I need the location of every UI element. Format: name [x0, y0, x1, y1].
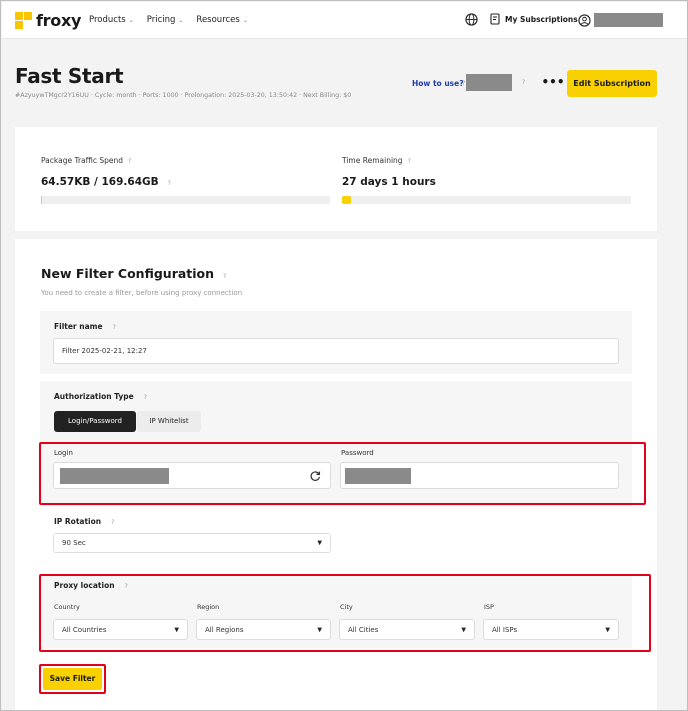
ip-rotation-value: 90 Sec: [62, 539, 86, 547]
help-icon[interactable]: ?: [113, 324, 116, 331]
help-icon[interactable]: ?: [408, 158, 411, 165]
nav-label: Products: [89, 15, 126, 25]
auth-type-label-text: Authorization Type: [54, 392, 134, 401]
filter-name-label-text: Filter name: [54, 322, 103, 331]
save-filter-button[interactable]: Save Filter: [43, 668, 102, 690]
traffic-spend-value: 64.57KB / 169.64GB?: [41, 176, 171, 188]
top-navbar: froxy Products ⌄ Pricing ⌄ Resources ⌄ My S…: [2, 2, 687, 39]
my-subscriptions-label: My Subscriptions: [505, 14, 578, 24]
nav-pricing[interactable]: Pricing ⌄: [147, 15, 184, 25]
ip-rotation-label: IP Rotation?: [54, 517, 114, 526]
tab-login-password[interactable]: Login/Password: [54, 411, 136, 432]
more-options-button[interactable]: •••: [540, 71, 566, 97]
logo-text: froxy: [36, 11, 82, 30]
traffic-spend-label: Package Traffic Spend?: [41, 156, 131, 165]
help-icon[interactable]: ?: [168, 180, 171, 187]
help-icon[interactable]: ?: [128, 158, 131, 165]
nav-label: Pricing: [146, 15, 176, 25]
filter-config-title: New Filter Configuration?: [41, 266, 226, 281]
subscription-meta: #AzyuywTMgcr2Y16UU · Cycle: month · Port…: [15, 92, 352, 99]
chevron-down-icon: ⌄: [242, 17, 248, 24]
auth-type-label: Authorization Type?: [54, 392, 147, 401]
froxy-logo-icon: [15, 12, 32, 29]
login-password-highlight: [39, 442, 646, 505]
dropdown-caret-icon: ▼: [317, 539, 322, 547]
nav-products[interactable]: Products ⌄: [89, 15, 134, 25]
help-icon[interactable]: ?: [111, 519, 114, 526]
page-frame: froxy Products ⌄ Pricing ⌄ Resources ⌄ My S…: [0, 0, 688, 711]
time-progress-bar: [342, 196, 631, 204]
traffic-spend-number: 64.57KB / 169.64GB: [41, 176, 159, 188]
filter-config-subtitle: You need to create a filter, before usin…: [41, 289, 243, 297]
proxy-location-highlight: [39, 574, 651, 652]
subscriptions-icon: [490, 13, 500, 25]
ip-rotation-select[interactable]: 90 Sec ▼: [53, 533, 331, 553]
nav-label: Resources: [196, 15, 240, 25]
usage-stats-card: Package Traffic Spend? 64.57KB / 169.64G…: [15, 127, 657, 231]
help-icon[interactable]: ?: [223, 273, 226, 280]
user-menu[interactable]: [578, 13, 663, 27]
user-avatar-icon: [578, 13, 591, 27]
filter-config-title-text: New Filter Configuration: [41, 266, 215, 281]
filter-name-input[interactable]: Filter 2025-02-21, 12:27: [53, 338, 619, 364]
how-to-use-link[interactable]: How to use?: [412, 79, 464, 88]
my-subscriptions-link[interactable]: My Subscriptions: [490, 13, 578, 25]
froxy-logo[interactable]: froxy: [15, 11, 81, 30]
ip-rotation-section: IP Rotation? 90 Sec ▼: [40, 509, 632, 567]
help-icon[interactable]: ?: [462, 80, 465, 87]
help-icon[interactable]: ?: [144, 394, 147, 401]
page-title: Fast Start: [15, 64, 124, 88]
filter-config-card: New Filter Configuration? You need to cr…: [15, 239, 657, 710]
time-remaining-text: Time Remaining: [342, 156, 403, 165]
ip-rotation-label-text: IP Rotation: [54, 517, 102, 526]
traffic-spend-text: Package Traffic Spend: [41, 156, 124, 165]
main-nav: Products ⌄ Pricing ⌄ Resources ⌄: [89, 15, 248, 25]
how-to-use-label: How to use?: [412, 79, 464, 88]
time-remaining-value: 27 days 1 hours: [342, 176, 436, 188]
redacted-value: [466, 74, 512, 91]
time-remaining-label: Time Remaining?: [342, 156, 411, 165]
filter-name-value: Filter 2025-02-21, 12:27: [62, 347, 147, 355]
help-icon[interactable]: ?: [522, 79, 525, 86]
chevron-down-icon: ⌄: [128, 17, 134, 24]
redacted-username: [594, 13, 663, 27]
globe-icon[interactable]: [465, 13, 478, 26]
edit-subscription-button[interactable]: Edit Subscription: [567, 70, 657, 97]
chevron-down-icon: ⌄: [178, 17, 184, 24]
time-progress-fill: [342, 196, 351, 204]
filter-name-label: Filter name?: [54, 322, 116, 331]
filter-name-section: Filter name? Filter 2025-02-21, 12:27: [40, 311, 632, 374]
tab-ip-whitelist[interactable]: IP Whitelist: [137, 411, 201, 432]
traffic-progress-bar: [41, 196, 330, 204]
nav-resources[interactable]: Resources ⌄: [196, 15, 247, 25]
